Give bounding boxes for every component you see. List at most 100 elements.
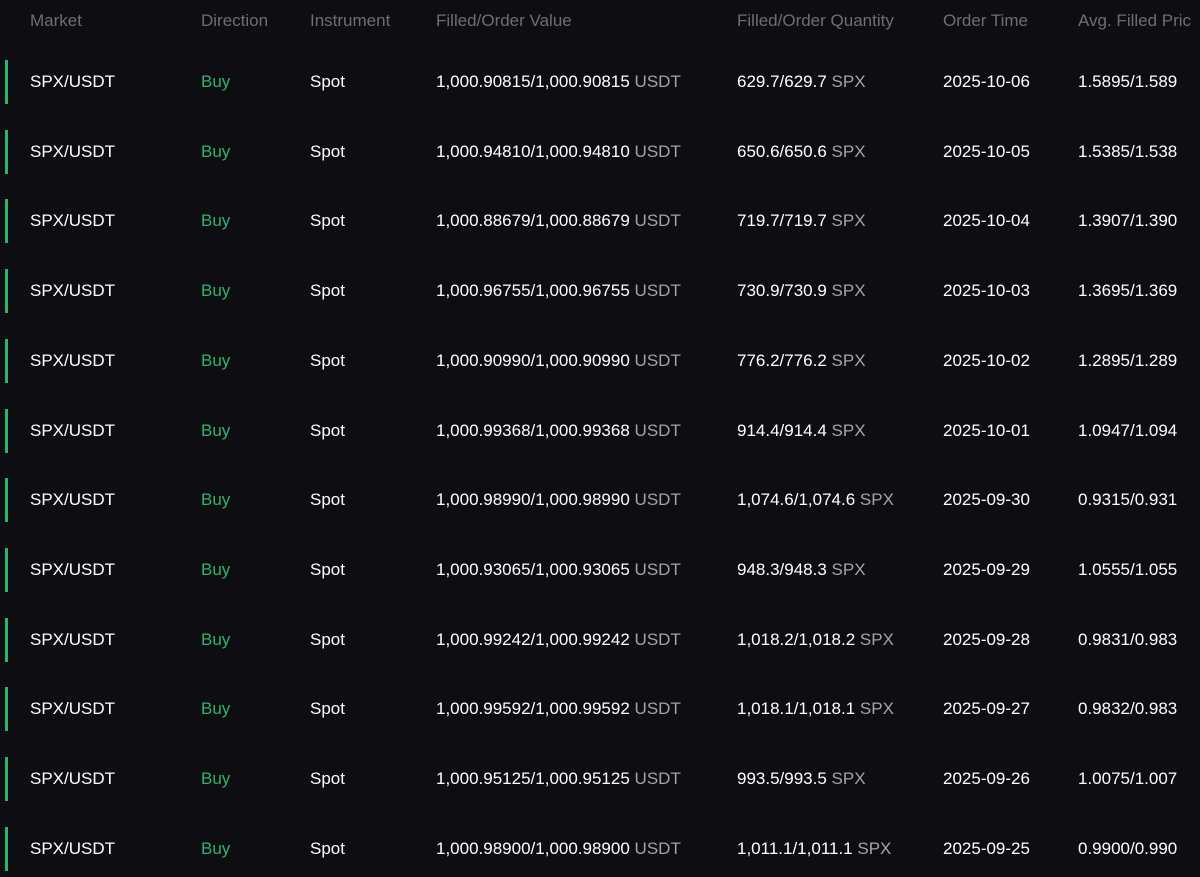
cell-direction: Buy: [201, 559, 231, 579]
value-unit: USDT: [634, 211, 681, 231]
table-header: Market Direction Instrument Filled/Order…: [0, 0, 1200, 42]
cell-order-time: 2025-09-30: [943, 490, 1030, 510]
cell-market[interactable]: SPX/USDT: [30, 351, 115, 371]
header-direction[interactable]: Direction: [201, 11, 268, 31]
cell-instrument: Spot: [310, 490, 345, 510]
table-row[interactable]: SPX/USDT Buy Spot 1,000.98900/1,000.98900 U…: [0, 826, 1200, 871]
cell-filled-order-quantity: 1,018.1/1,018.1 SPX: [737, 699, 894, 719]
value-amount: 1,000.99368/1,000.99368: [436, 420, 630, 440]
header-filled-order-quantity[interactable]: Filled/Order Quantity: [737, 11, 894, 31]
cell-market[interactable]: SPX/USDT: [30, 281, 115, 301]
cell-filled-order-quantity: 914.4/914.4 SPX: [737, 421, 866, 441]
cell-direction: Buy: [201, 769, 231, 788]
cell-order-time: 2025-10-06: [943, 72, 1030, 91]
row-status-bar: [5, 757, 8, 801]
table-row[interactable]: SPX/USDT Buy Spot 1,000.96755/1,000.96755 U…: [0, 269, 1200, 314]
table-row[interactable]: SPX/USDT Buy Spot 1,000.95125/1,000.95125 U…: [0, 757, 1200, 801]
value-unit: USDT: [634, 350, 681, 370]
quantity-amount: 948.3/948.3: [737, 559, 827, 579]
cell-market[interactable]: SPX/USDT: [30, 839, 115, 859]
cell-avg-filled-price: 1.0075/1.007: [1078, 769, 1178, 788]
cell-avg-filled-price: 1.2895/1.289: [1078, 350, 1178, 370]
header-filled-order-value[interactable]: Filled/Order Value: [436, 11, 572, 31]
table-row[interactable]: SPX/USDT Buy Spot 1,000.99592/1,000.99592 U…: [0, 687, 1200, 732]
table-row[interactable]: SPX/USDT Buy Spot 1,000.94810/1,000.94810 U…: [0, 129, 1200, 174]
value-unit: USDT: [634, 838, 681, 858]
quantity-amount: 1,018.2/1,018.2: [737, 629, 856, 649]
cell-market[interactable]: SPX/USDT: [30, 421, 115, 441]
value-unit: USDT: [634, 420, 681, 440]
quantity-amount: 993.5/993.5: [737, 769, 827, 788]
cell-filled-order-value: 1,000.94810/1,000.94810 USDT: [436, 142, 681, 162]
quantity-unit: SPX: [859, 490, 894, 510]
cell-market[interactable]: SPX/USDT: [30, 211, 115, 231]
cell-filled-order-value: 1,000.88679/1,000.88679 USDT: [436, 211, 681, 231]
quantity-unit: SPX: [831, 211, 866, 231]
row-status-bar: [5, 478, 8, 523]
cell-order-time: 2025-09-25: [943, 838, 1030, 858]
cell-filled-order-value: 1,000.90990/1,000.90990 USDT: [436, 351, 681, 371]
quantity-unit: SPX: [831, 72, 866, 91]
cell-instrument: Spot: [310, 559, 345, 579]
header-instrument[interactable]: Instrument: [310, 11, 390, 31]
cell-filled-order-value: 1,000.99242/1,000.99242 USDT: [436, 630, 681, 650]
cell-market[interactable]: SPX/USDT: [30, 630, 115, 650]
row-status-bar: [5, 617, 8, 662]
row-status-bar: [5, 199, 8, 244]
table-row[interactable]: SPX/USDT Buy Spot 1,000.90990/1,000.90990 U…: [0, 338, 1200, 383]
cell-filled-order-quantity: 1,011.1/1,011.1 SPX: [737, 839, 891, 859]
value-unit: USDT: [634, 629, 681, 649]
value-amount: 1,000.93065/1,000.93065: [436, 559, 630, 579]
cell-market[interactable]: SPX/USDT: [30, 699, 115, 719]
table-row[interactable]: SPX/USDT Buy Spot 1,000.99242/1,000.99242 U…: [0, 617, 1200, 662]
cell-instrument: Spot: [310, 699, 345, 719]
cell-filled-order-value: 1,000.99368/1,000.99368 USDT: [436, 421, 681, 441]
value-amount: 1,000.90815/1,000.90815: [436, 72, 630, 91]
quantity-unit: SPX: [831, 420, 866, 440]
value-amount: 1,000.88679/1,000.88679: [436, 211, 630, 231]
table-row[interactable]: SPX/USDT Buy Spot 1,000.99368/1,000.99368 U…: [0, 408, 1200, 453]
cell-filled-order-quantity: 650.6/650.6 SPX: [737, 142, 866, 162]
table-row[interactable]: SPX/USDT Buy Spot 1,000.98990/1,000.98990 U…: [0, 478, 1200, 523]
value-unit: USDT: [634, 490, 681, 510]
cell-filled-order-value: 1,000.93065/1,000.93065 USDT: [436, 560, 681, 580]
row-status-bar: [5, 547, 8, 592]
cell-filled-order-value: 1,000.96755/1,000.96755 USDT: [436, 281, 681, 301]
table-row[interactable]: SPX/USDT Buy Spot 1,000.90815/1,000.90815 U…: [0, 60, 1200, 104]
cell-direction: Buy: [201, 211, 231, 231]
cell-direction: Buy: [201, 490, 231, 510]
cell-order-time: 2025-10-01: [943, 420, 1030, 440]
quantity-unit: SPX: [859, 629, 894, 649]
cell-market[interactable]: SPX/USDT: [30, 72, 115, 92]
cell-filled-order-value: 1,000.99592/1,000.99592 USDT: [436, 699, 681, 719]
cell-order-time: 2025-09-29: [943, 559, 1030, 579]
value-unit: USDT: [634, 559, 681, 579]
cell-direction: Buy: [201, 281, 231, 301]
header-avg-filled-price[interactable]: Avg. Filled Pric: [1078, 11, 1191, 31]
cell-market[interactable]: SPX/USDT: [30, 560, 115, 580]
cell-direction: Buy: [201, 420, 231, 440]
value-unit: USDT: [634, 769, 681, 788]
cell-instrument: Spot: [310, 281, 345, 301]
quantity-unit: SPX: [831, 141, 866, 161]
cell-order-time: 2025-09-27: [943, 699, 1030, 719]
cell-market[interactable]: SPX/USDT: [30, 490, 115, 510]
cell-market[interactable]: SPX/USDT: [30, 142, 115, 162]
header-order-time[interactable]: Order Time: [943, 11, 1028, 31]
cell-filled-order-quantity: 776.2/776.2 SPX: [737, 351, 866, 371]
value-amount: 1,000.95125/1,000.95125: [436, 769, 630, 788]
cell-instrument: Spot: [310, 420, 345, 440]
header-market[interactable]: Market: [30, 11, 82, 31]
quantity-unit: SPX: [859, 699, 894, 719]
quantity-unit: SPX: [857, 838, 892, 858]
cell-filled-order-value: 1,000.98990/1,000.98990 USDT: [436, 490, 681, 510]
cell-filled-order-quantity: 993.5/993.5 SPX: [737, 769, 866, 789]
cell-avg-filled-price: 1.0555/1.055: [1078, 559, 1178, 579]
quantity-amount: 730.9/730.9: [737, 281, 827, 301]
cell-order-time: 2025-09-28: [943, 629, 1030, 649]
value-amount: 1,000.98900/1,000.98900: [436, 838, 630, 858]
table-row[interactable]: SPX/USDT Buy Spot 1,000.88679/1,000.88679 U…: [0, 199, 1200, 244]
table-row[interactable]: SPX/USDT Buy Spot 1,000.93065/1,000.93065 U…: [0, 547, 1200, 592]
cell-direction: Buy: [201, 838, 231, 858]
cell-market[interactable]: SPX/USDT: [30, 769, 115, 789]
